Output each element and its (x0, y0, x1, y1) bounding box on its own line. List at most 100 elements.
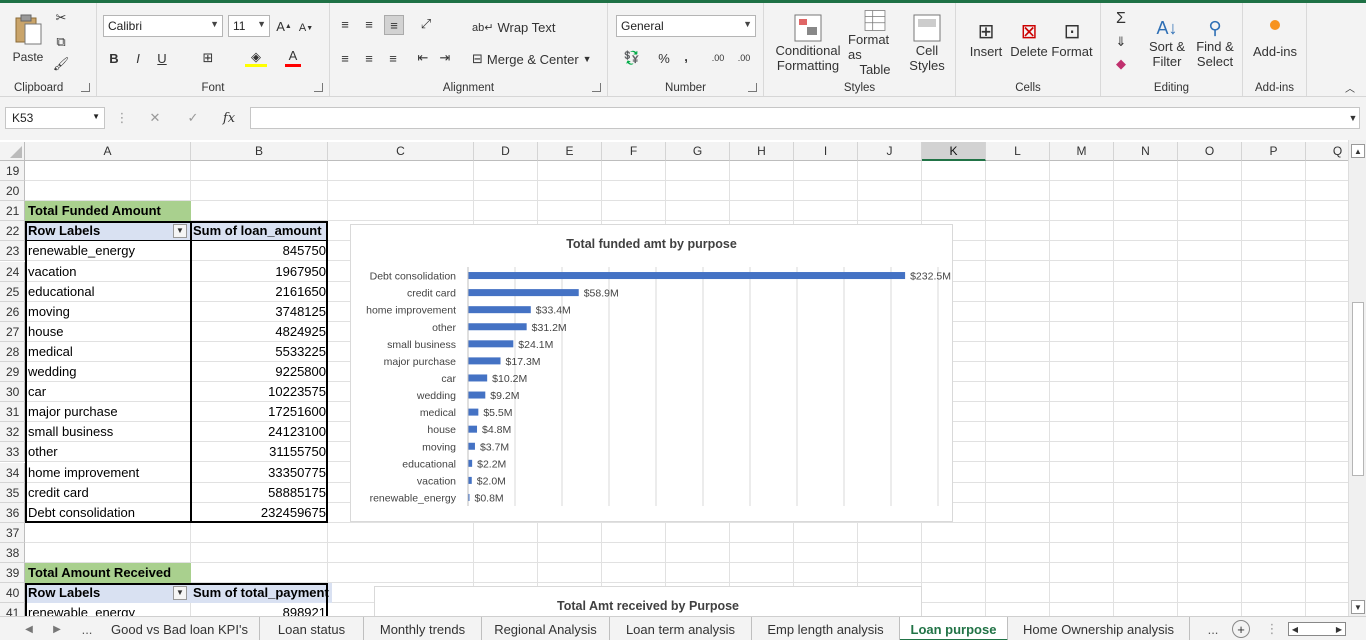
collapse-ribbon-icon[interactable]: ︿ (1342, 80, 1358, 95)
orientation-icon[interactable]: ⤢ (414, 15, 438, 33)
underline-button[interactable]: U (153, 49, 171, 67)
cut-icon[interactable]: ✂ (52, 9, 70, 27)
row-header-20[interactable]: 20 (0, 181, 25, 201)
funded-by-purpose-chart[interactable]: Total funded amt by purpose Debt consoli… (350, 224, 953, 522)
pivot-value-header[interactable]: Sum of total_payment (191, 583, 332, 603)
row-header-35[interactable]: 35 (0, 483, 25, 503)
row-header-31[interactable]: 31 (0, 402, 25, 422)
column-header-n[interactable]: N (1114, 142, 1178, 161)
chart-bar[interactable] (468, 289, 579, 297)
new-sheet-icon[interactable]: + (1232, 620, 1250, 638)
vertical-scrollbar[interactable]: ▲ ▼ (1348, 140, 1366, 616)
sheet-tab[interactable]: Loan term analysis (610, 617, 752, 640)
pivot-row-value[interactable]: 10223575 (191, 382, 328, 402)
column-header-c[interactable]: C (328, 142, 474, 161)
pivot-row-value[interactable]: 898921 (191, 603, 328, 616)
column-header-b[interactable]: B (191, 142, 328, 161)
chart-bar[interactable] (468, 323, 527, 331)
filter-dropdown-icon[interactable]: ▼ (173, 586, 187, 600)
shrink-font-button[interactable]: A ▼ (297, 19, 315, 37)
borders-icon[interactable]: ⊞ (197, 49, 219, 67)
accounting-format-icon[interactable]: 💱 (618, 49, 646, 67)
row-header-39[interactable]: 39 (0, 563, 25, 583)
scroll-thumb[interactable] (1352, 302, 1364, 476)
wrap-text-button[interactable]: ab↵ Wrap Text (472, 17, 582, 37)
chart-bar[interactable] (468, 425, 478, 433)
more-sheets-right-button[interactable]: ... (1204, 621, 1222, 637)
received-by-purpose-chart[interactable]: Total Amt received by Purpose (374, 586, 922, 616)
pivot-row-label[interactable]: vacation (25, 262, 191, 282)
align-left-icon[interactable]: ≡ (336, 49, 354, 67)
pivot-row-label[interactable]: educational (25, 282, 191, 302)
scroll-down-icon[interactable]: ▼ (1351, 600, 1365, 614)
column-header-k[interactable]: K (922, 142, 986, 161)
increase-decimal-button[interactable]: .00 (706, 49, 730, 67)
formula-input[interactable] (250, 107, 1360, 129)
bold-button[interactable]: B (105, 49, 123, 67)
chart-bar[interactable] (468, 459, 473, 467)
align-bottom-icon[interactable]: ≡ (384, 15, 404, 35)
format-painter-icon[interactable]: 🖌 (52, 55, 70, 73)
chart-bar[interactable] (468, 357, 501, 365)
chart-bar[interactable] (468, 306, 531, 314)
chart-bar[interactable] (468, 272, 906, 280)
tab-splitter-icon[interactable]: ⋮ (1266, 621, 1279, 637)
decrease-decimal-button[interactable]: .00 (732, 49, 756, 67)
scroll-right-icon[interactable]: ▶ (1333, 623, 1345, 635)
number-format-select[interactable]: General ▼ (616, 15, 756, 37)
pivot-row-value[interactable]: 4824925 (191, 322, 328, 342)
pivot-row-label[interactable]: renewable_energy (25, 603, 191, 616)
sheet-tab[interactable]: Loan status (260, 617, 364, 640)
clipboard-launcher-icon[interactable] (81, 83, 90, 92)
conditional-formatting-button[interactable]: Conditional Formatting (768, 9, 848, 77)
find-select-button[interactable]: ⚲ Find & Select (1191, 9, 1239, 77)
pivot-row-label[interactable]: small business (25, 422, 191, 442)
pivot-row-value[interactable]: 2161650 (191, 282, 328, 302)
horizontal-scrollbar[interactable]: ◀ ▶ (1288, 622, 1346, 636)
column-header-j[interactable]: J (858, 142, 922, 161)
row-header-21[interactable]: 21 (0, 201, 25, 221)
pivot-row-label[interactable]: other (25, 442, 191, 462)
row-header-23[interactable]: 23 (0, 241, 25, 261)
name-box[interactable]: K53 ▼ (5, 107, 105, 129)
scroll-left-icon[interactable]: ◀ (1289, 623, 1301, 635)
pivot-row-value[interactable]: 5533225 (191, 342, 328, 362)
sheet-tab[interactable]: Monthly trends (364, 617, 482, 640)
pivot-row-value[interactable]: 9225800 (191, 362, 328, 382)
pivot-row-label[interactable]: wedding (25, 362, 191, 382)
pivot-row-label[interactable]: credit card (25, 483, 191, 503)
enter-icon[interactable]: ✓ (184, 109, 202, 127)
clear-icon[interactable]: ◆ (1111, 55, 1131, 73)
column-header-q[interactable]: Q (1306, 142, 1348, 161)
italic-button[interactable]: I (129, 49, 147, 67)
pivot-row-value[interactable]: 845750 (191, 241, 328, 261)
sheet-tab[interactable]: Emp length analysis (752, 617, 900, 640)
row-header-24[interactable]: 24 (0, 262, 25, 282)
pivot-row-value[interactable]: 33350775 (191, 463, 328, 483)
row-header-38[interactable]: 38 (0, 543, 25, 563)
sheet-tab[interactable]: Loan purpose (900, 617, 1008, 640)
merge-center-button[interactable]: ⊟ Merge & Center ▼ (472, 49, 604, 69)
pivot-row-value[interactable]: 1967950 (191, 262, 328, 282)
font-color-button[interactable]: A (285, 47, 301, 67)
pivot-row-labels-header[interactable]: Row Labels (25, 221, 191, 241)
pivot-value-header[interactable]: Sum of loan_amount (191, 221, 328, 241)
percent-button[interactable]: % (656, 49, 672, 67)
row-header-25[interactable]: 25 (0, 282, 25, 302)
pivot-row-labels-header[interactable]: Row Labels (25, 583, 191, 603)
chart-bar[interactable] (468, 442, 475, 450)
row-header-41[interactable]: 41 (0, 603, 25, 616)
select-all-button[interactable] (0, 142, 25, 161)
column-header-a[interactable]: A (25, 142, 191, 161)
align-top-icon[interactable]: ≡ (336, 15, 354, 33)
cell-styles-button[interactable]: Cell Styles (902, 9, 952, 77)
pivot-row-value[interactable]: 24123100 (191, 422, 328, 442)
row-header-34[interactable]: 34 (0, 463, 25, 483)
copy-icon[interactable]: ⧉ (52, 33, 70, 51)
pivot-row-value[interactable]: 58885175 (191, 483, 328, 503)
column-header-f[interactable]: F (602, 142, 666, 161)
row-header-40[interactable]: 40 (0, 583, 25, 603)
row-header-19[interactable]: 19 (0, 161, 25, 181)
filter-dropdown-icon[interactable]: ▼ (173, 224, 187, 238)
row-header-32[interactable]: 32 (0, 422, 25, 442)
